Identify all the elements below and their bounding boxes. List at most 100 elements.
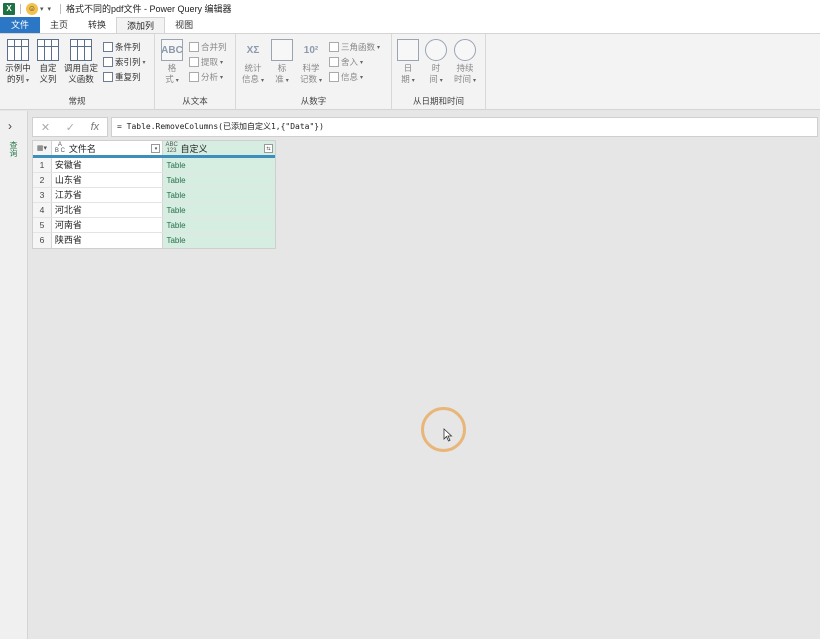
button-label: 标 xyxy=(277,63,287,73)
cell-filename[interactable]: 安徽省 xyxy=(52,158,164,172)
cancel-icon[interactable]: ✕ xyxy=(41,121,50,134)
table-row: 5 河南省 Table xyxy=(33,218,275,233)
button-label: 式 ▾ xyxy=(165,74,179,84)
duration-button[interactable]: 持续 时间 ▾ xyxy=(452,39,478,87)
table-row: 1 安徽省 Table xyxy=(33,158,275,173)
button-label: 持续 xyxy=(456,63,474,73)
table-row: 6 陕西省 Table xyxy=(33,233,275,248)
time-button[interactable]: 时 间 ▾ xyxy=(425,39,447,87)
row-number: 1 xyxy=(33,158,52,172)
cell-table-link[interactable]: Table xyxy=(163,218,275,232)
group-from-number: XΣ 统计 信息 ▾ 标 准 ▾ 10² 科学 记数 ▾ 三角函数 ▾ 舍入 ▾ 信息 ▾ … xyxy=(236,34,392,110)
button-label: 期 ▾ xyxy=(401,74,415,84)
button-label: 记数 ▾ xyxy=(299,74,323,84)
table-row: 3 江苏省 Table xyxy=(33,188,275,203)
index-column-button[interactable]: 索引列 ▾ xyxy=(103,55,146,69)
queries-pane-label[interactable]: 查询 xyxy=(8,141,19,157)
merge-columns-button[interactable]: 合并列 xyxy=(189,40,227,54)
fx-icon[interactable]: fx xyxy=(91,121,100,133)
button-label: 分析 xyxy=(201,72,219,82)
cell-table-link[interactable]: Table xyxy=(163,158,275,172)
quick-access-customize-icon[interactable]: ▾ xyxy=(48,5,52,13)
expand-queries-icon[interactable]: › xyxy=(8,119,12,133)
group-general: 示例中 的列 ▾ 自定 义列 调用自定 义函数 条件列 索引列 ▾ 重复列 常规 xyxy=(0,34,155,110)
button-label: 日 xyxy=(403,63,413,73)
button-label: 时间 ▾ xyxy=(453,74,477,84)
tab-home[interactable]: 主页 xyxy=(40,17,78,33)
row-number: 6 xyxy=(33,233,52,248)
button-label: 义列 xyxy=(39,74,57,84)
row-number: 4 xyxy=(33,203,52,217)
duplicate-column-button[interactable]: 重复列 xyxy=(103,70,141,84)
button-label: 自定 xyxy=(39,63,57,73)
window-title: 格式不同的pdf文件 - Power Query 编辑器 xyxy=(66,4,232,14)
button-label: 三角函数 xyxy=(341,42,376,52)
merge-columns-icon xyxy=(189,42,199,52)
formula-input[interactable]: = Table.RemoveColumns(已添加自定义1,{"Data"}) xyxy=(111,117,818,137)
invoke-custom-function-button[interactable]: 调用自定 义函数 xyxy=(63,39,99,85)
column-header-label: 文件名 xyxy=(68,143,96,154)
conditional-column-button[interactable]: 条件列 xyxy=(103,40,141,54)
parse-icon xyxy=(189,72,199,82)
column-header-filename[interactable]: AB C 文件名 ▾ xyxy=(51,141,164,155)
rounding-button[interactable]: 舍入 ▾ xyxy=(329,55,363,69)
group-from-text: ABC 格 式 ▾ 合并列 提取 ▾ 分析 ▾ 从文本 xyxy=(155,34,236,110)
ribbon-tabs: 文件 主页 转换 添加列 视图 xyxy=(0,17,820,33)
scientific-icon: 10² xyxy=(303,44,319,56)
group-label-general: 常规 xyxy=(68,96,86,106)
clock-icon xyxy=(425,39,447,61)
row-number: 5 xyxy=(33,218,52,232)
trigonometry-button[interactable]: 三角函数 ▾ xyxy=(329,40,380,54)
tab-view[interactable]: 视图 xyxy=(165,17,203,33)
extract-icon xyxy=(189,57,199,67)
cell-filename[interactable]: 陕西省 xyxy=(52,233,164,248)
conditional-column-icon xyxy=(103,42,113,52)
expand-column-icon[interactable]: ⇆ xyxy=(264,144,273,153)
cell-table-link[interactable]: Table xyxy=(163,188,275,202)
filter-dropdown-icon[interactable]: ▾ xyxy=(151,144,161,153)
cell-table-link[interactable]: Table xyxy=(163,173,275,187)
cell-table-link[interactable]: Table xyxy=(163,233,275,248)
tab-file[interactable]: 文件 xyxy=(0,17,41,33)
row-number: 2 xyxy=(33,173,52,187)
statistics-button[interactable]: XΣ 统计 信息 ▾ xyxy=(240,39,266,87)
title-bar: X ☺ ▾ ▾ 格式不同的pdf文件 - Power Query 编辑器 xyxy=(0,0,820,17)
cell-filename[interactable]: 江苏省 xyxy=(52,188,164,202)
date-button[interactable]: 日 期 ▾ xyxy=(397,39,419,87)
grid-header: ▦▾ AB C 文件名 ▾ ABC 123 自定义 ⇆ xyxy=(33,141,275,158)
confirm-icon[interactable]: ✓ xyxy=(66,121,75,134)
chevron-down-icon[interactable]: ▾ xyxy=(40,5,44,13)
text-type-icon[interactable]: AB C xyxy=(54,142,66,154)
tab-add-column[interactable]: 添加列 xyxy=(116,17,166,33)
extract-button[interactable]: 提取 ▾ xyxy=(189,55,223,69)
column-header-label: 自定义 xyxy=(180,143,208,154)
standard-button[interactable]: 标 准 ▾ xyxy=(271,39,293,87)
table-row: 4 河北省 Table xyxy=(33,203,275,218)
calendar-icon xyxy=(397,39,419,61)
cell-filename[interactable]: 河南省 xyxy=(52,218,164,232)
cell-table-link[interactable]: Table xyxy=(163,203,275,217)
parse-button[interactable]: 分析 ▾ xyxy=(189,70,223,84)
any-type-icon[interactable]: ABC 123 xyxy=(165,142,177,154)
button-label: 示例中 xyxy=(5,63,31,73)
group-from-date-time: 日 期 ▾ 时 间 ▾ 持续 时间 ▾ 从日期和时间 xyxy=(392,34,486,110)
information-button[interactable]: 信息 ▾ xyxy=(329,70,363,84)
stopwatch-icon xyxy=(454,39,476,61)
smiley-feedback-icon[interactable]: ☺ xyxy=(26,2,38,15)
button-label: 准 ▾ xyxy=(275,74,289,84)
format-button[interactable]: ABC 格 式 ▾ xyxy=(160,39,184,87)
cell-filename[interactable]: 山东省 xyxy=(52,173,164,187)
column-header-custom[interactable]: ABC 123 自定义 ⇆ xyxy=(163,141,275,155)
excel-icon: X xyxy=(3,2,15,15)
custom-column-icon xyxy=(37,39,59,61)
custom-column-button[interactable]: 自定 义列 xyxy=(36,39,60,85)
separator xyxy=(20,3,21,14)
button-label: 义函数 xyxy=(68,74,94,84)
cell-filename[interactable]: 河北省 xyxy=(52,203,164,217)
table-menu-icon[interactable]: ▦▾ xyxy=(33,141,52,155)
function-icon xyxy=(70,39,92,61)
scientific-button[interactable]: 10² 科学 记数 ▾ xyxy=(298,39,324,87)
column-from-examples-button[interactable]: 示例中 的列 ▾ xyxy=(4,39,32,87)
standard-operations-icon xyxy=(271,39,293,61)
tab-transform[interactable]: 转换 xyxy=(78,17,116,33)
